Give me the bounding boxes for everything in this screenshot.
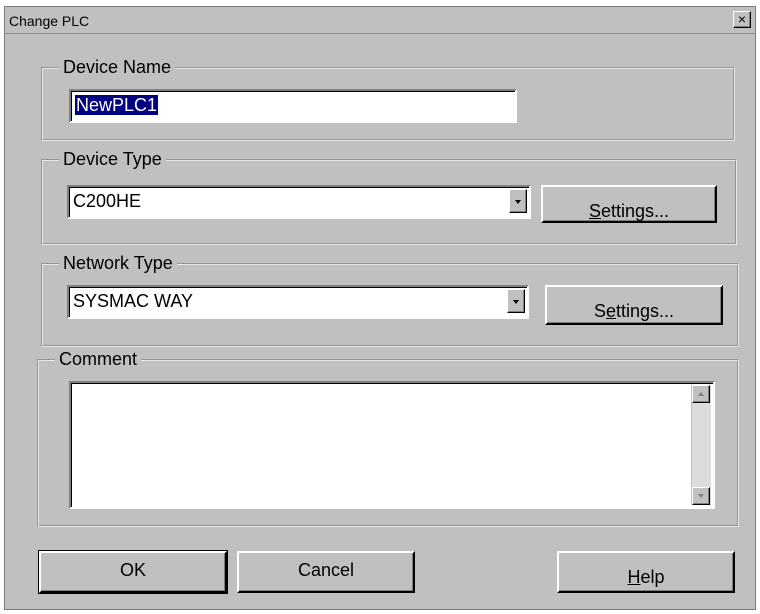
network-type-settings-button[interactable]: Settings... bbox=[545, 285, 723, 325]
device-type-settings-button[interactable]: Settings... bbox=[541, 185, 717, 223]
title-bar[interactable]: Change PLC × bbox=[5, 7, 755, 34]
network-type-value: SYSMAC WAY bbox=[73, 291, 194, 311]
ok-button[interactable]: OK bbox=[38, 550, 228, 594]
close-button[interactable]: × bbox=[733, 11, 751, 28]
device-name-input[interactable]: NewPLC1 bbox=[69, 89, 517, 123]
comment-textarea[interactable] bbox=[69, 381, 715, 509]
device-name-group: Device Name NewPLC1 bbox=[41, 57, 735, 141]
comment-scrollbar[interactable] bbox=[691, 385, 711, 505]
device-type-value: C200HE bbox=[73, 191, 142, 211]
scroll-up-icon[interactable] bbox=[692, 385, 710, 403]
device-name-value: NewPLC1 bbox=[75, 95, 159, 115]
chevron-down-icon[interactable] bbox=[507, 289, 525, 313]
comment-group: Comment bbox=[37, 349, 739, 527]
network-type-group: Network Type SYSMAC WAY Settings... bbox=[41, 253, 739, 347]
cancel-button[interactable]: Cancel bbox=[237, 551, 415, 593]
help-button[interactable]: Help bbox=[557, 551, 735, 593]
network-type-select[interactable]: SYSMAC WAY bbox=[67, 285, 529, 319]
device-type-label: Device Type bbox=[59, 149, 166, 169]
chevron-down-icon[interactable] bbox=[509, 189, 527, 213]
network-type-label: Network Type bbox=[59, 253, 177, 273]
device-name-label: Device Name bbox=[59, 57, 176, 77]
device-type-group: Device Type C200HE Settings... bbox=[41, 149, 737, 245]
change-plc-dialog: Change PLC × Device Name NewPLC1 Device … bbox=[4, 6, 756, 610]
close-icon: × bbox=[737, 11, 747, 27]
scroll-down-icon[interactable] bbox=[692, 487, 710, 505]
device-type-select[interactable]: C200HE bbox=[67, 185, 531, 219]
dialog-title: Change PLC bbox=[9, 13, 90, 29]
comment-label: Comment bbox=[55, 349, 142, 369]
